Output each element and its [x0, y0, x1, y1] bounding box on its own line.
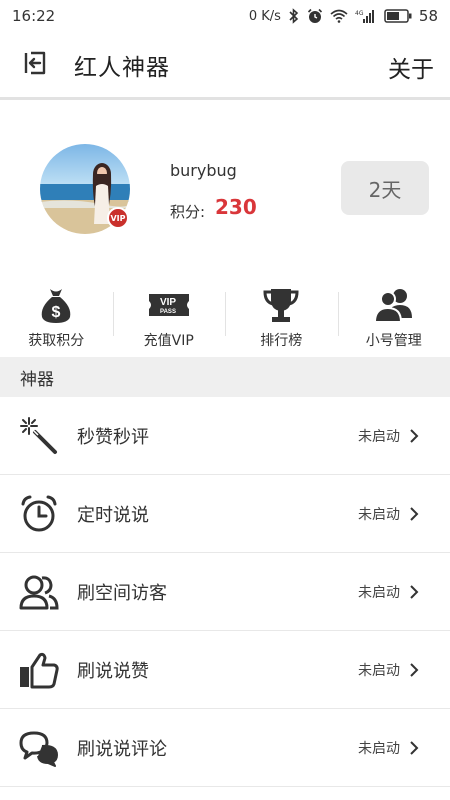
- status-indicators: 0 K/s 4G 58: [249, 7, 438, 25]
- tool-label: 定时说说: [77, 504, 149, 526]
- tool-status: 未启动: [358, 740, 400, 757]
- action-account-manage[interactable]: 小号管理: [337, 280, 450, 356]
- tool-item-post-likes[interactable]: 刷说说赞 未启动: [0, 631, 450, 709]
- comments-icon: [17, 726, 61, 770]
- action-recharge-vip[interactable]: VIP PASS 充值VIP: [112, 280, 226, 356]
- about-link[interactable]: 关于: [388, 50, 434, 84]
- points-label: 积分:: [170, 203, 206, 221]
- tool-status: 未启动: [358, 428, 400, 445]
- money-bag-icon: $: [34, 286, 78, 324]
- signal-icon: 4G: [355, 9, 377, 23]
- exit-icon: [22, 50, 48, 80]
- chevron-right-icon: [408, 504, 420, 524]
- chevron-right-icon: [408, 426, 420, 446]
- battery-icon: [384, 9, 412, 23]
- tool-item-visitors[interactable]: 刷空间访客 未启动: [0, 553, 450, 631]
- action-get-points[interactable]: $ 获取积分: [0, 280, 113, 356]
- app-header: 红人神器 关于: [0, 32, 450, 100]
- tool-label: 刷说说赞: [77, 660, 149, 682]
- tool-status: 未启动: [358, 584, 400, 601]
- tool-label: 秒赞秒评: [77, 426, 149, 448]
- trophy-icon: [259, 286, 303, 324]
- quick-actions: $ 获取积分 VIP PASS 充值VIP 排行榜 小号管理: [0, 280, 450, 356]
- wifi-icon: [330, 9, 348, 23]
- tool-label: 刷空间访客: [77, 582, 167, 604]
- users-icon: [372, 286, 416, 324]
- vip-badge: VIP: [107, 207, 129, 229]
- section-header: 神器: [0, 357, 450, 397]
- tool-item-post-comments[interactable]: 刷说说评论 未启动: [0, 709, 450, 787]
- battery-level: 58: [418, 7, 438, 25]
- chevron-right-icon: [408, 582, 420, 602]
- page-title: 红人神器: [74, 54, 170, 81]
- status-bar: 16:22 0 K/s 4G 58: [0, 0, 450, 32]
- tool-item-instant-like[interactable]: 秒赞秒评 未启动: [0, 397, 450, 475]
- status-time: 16:22: [12, 7, 56, 25]
- tool-status: 未启动: [358, 506, 400, 523]
- back-button[interactable]: [12, 42, 58, 88]
- action-label: 小号管理: [365, 333, 422, 349]
- svg-text:PASS: PASS: [160, 309, 176, 315]
- svg-text:VIP: VIP: [160, 297, 176, 308]
- tool-list: 秒赞秒评 未启动 定时说说 未启动 刷空间访客 未启动 刷说说赞 未启动 刷说说…: [0, 397, 450, 787]
- net-speed: 0 K/s: [248, 8, 281, 24]
- points-value: 230: [215, 195, 257, 219]
- svg-text:4G: 4G: [355, 10, 364, 17]
- action-label: 获取积分: [28, 333, 85, 349]
- bluetooth-icon: [288, 8, 300, 24]
- magic-wand-icon: [17, 414, 61, 458]
- tool-status: 未启动: [358, 662, 400, 679]
- vip-pass-icon: VIP PASS: [147, 286, 191, 324]
- action-leaderboard[interactable]: 排行榜: [225, 280, 338, 356]
- profile-card: VIP burybug 积分: 230 2天: [0, 103, 450, 278]
- username: burybug: [170, 161, 237, 180]
- visitors-icon: [17, 570, 61, 614]
- tool-label: 刷说说评论: [77, 738, 167, 760]
- thumbs-up-icon: [17, 648, 61, 692]
- action-label: 排行榜: [260, 333, 303, 349]
- alarm-clock-icon: [17, 492, 61, 536]
- chevron-right-icon: [408, 660, 420, 680]
- chevron-right-icon: [408, 738, 420, 758]
- svg-text:$: $: [52, 304, 61, 321]
- alarm-icon: [307, 8, 323, 24]
- days-button[interactable]: 2天: [341, 161, 429, 215]
- tool-item-timed-post[interactable]: 定时说说 未启动: [0, 475, 450, 553]
- action-label: 充值VIP: [143, 333, 194, 349]
